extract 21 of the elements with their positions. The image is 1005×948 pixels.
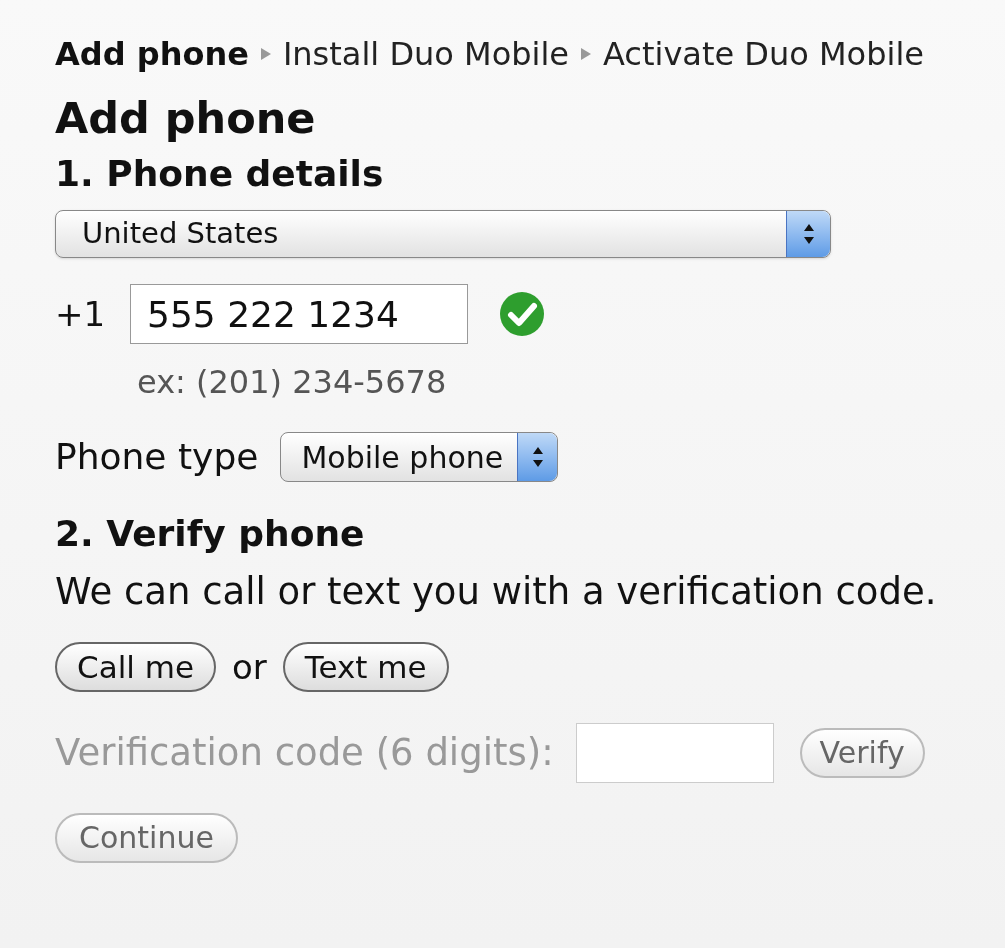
call-me-button[interactable]: Call me [55,642,216,692]
country-code: +1 [55,292,107,336]
country-select[interactable]: United States [55,210,831,258]
section-heading: 1. Phone details [55,152,385,196]
section-heading: 2. Verify phone [55,512,366,556]
phone-type-select[interactable]: Mobile phone [280,432,559,482]
field-label: Verification code (6 digits): [55,729,554,776]
stepper-icon [786,211,830,257]
phone-number-field[interactable]: 555 222 1234 [130,284,468,344]
field-label: Phone type [55,435,259,479]
separator-icon [260,48,271,60]
separator-icon [581,48,591,60]
instruction-text: We can call or text you with a verification code. [55,569,938,615]
breadcrumb-step: Add phone [55,30,249,78]
or-text: or [232,645,267,689]
text-me-button[interactable]: Text me [282,642,449,692]
breadcrumb-step: Install Duo Mobile [282,30,569,78]
breadcrumb-step: Activate Duo Mobile [603,30,924,78]
hint-text: ex: (201) 234-5678 [137,362,447,403]
stepper-icon [517,433,558,481]
page-title: Add phone [55,92,317,144]
